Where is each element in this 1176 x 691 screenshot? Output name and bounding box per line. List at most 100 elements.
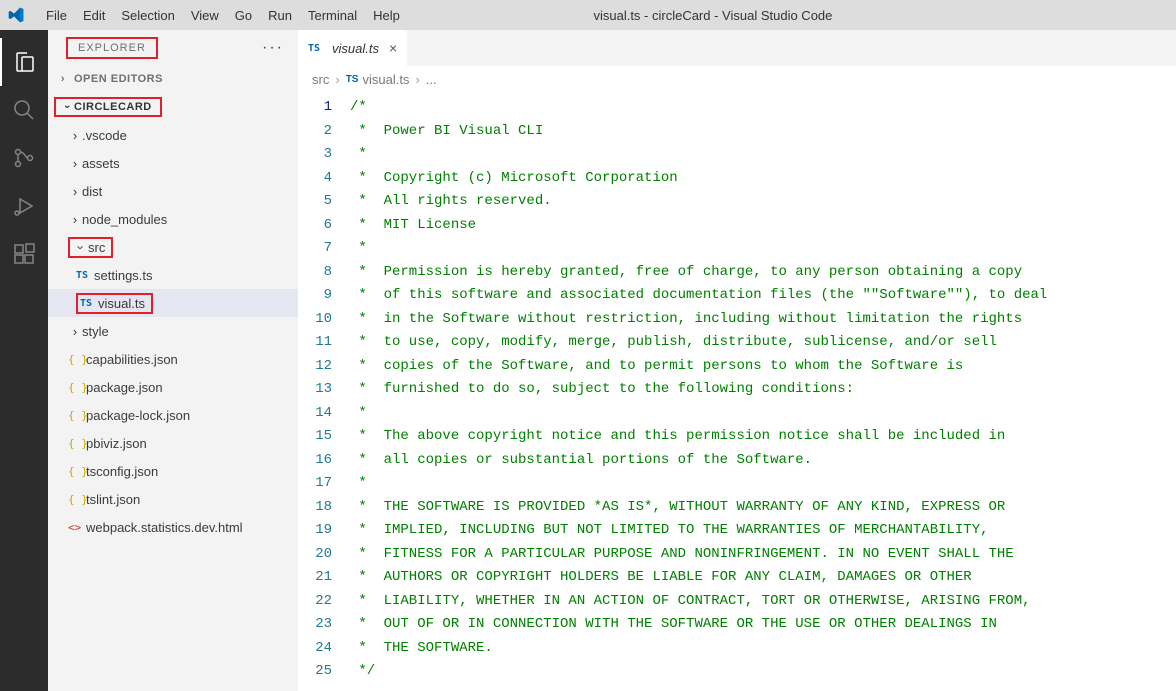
menu-run[interactable]: Run bbox=[260, 0, 300, 30]
section-open-editors[interactable]: › OPEN EDITORS bbox=[48, 65, 298, 93]
line-number: 4 bbox=[298, 167, 332, 191]
menu-edit[interactable]: Edit bbox=[75, 0, 113, 30]
section-project[interactable]: › CIRCLECARD bbox=[48, 93, 298, 121]
line-number: 13 bbox=[298, 378, 332, 402]
file-icon: { } bbox=[68, 465, 86, 478]
code-line[interactable]: * bbox=[350, 237, 1176, 261]
code-line[interactable]: * IMPLIED, INCLUDING BUT NOT LIMITED TO … bbox=[350, 519, 1176, 543]
breadcrumb-seg[interactable]: src bbox=[312, 72, 329, 87]
code-line[interactable]: * bbox=[350, 402, 1176, 426]
tree-file[interactable]: { }package-lock.json bbox=[48, 401, 298, 429]
tab-visual-ts[interactable]: TS visual.ts × bbox=[298, 30, 408, 66]
activity-extensions-icon[interactable] bbox=[0, 230, 48, 278]
code-line[interactable]: * AUTHORS OR COPYRIGHT HOLDERS BE LIABLE… bbox=[350, 566, 1176, 590]
typescript-icon: TS bbox=[76, 270, 94, 281]
code-line[interactable]: /* bbox=[350, 96, 1176, 120]
code-line[interactable]: * Permission is hereby granted, free of … bbox=[350, 261, 1176, 285]
code-line[interactable]: * THE SOFTWARE. bbox=[350, 637, 1176, 661]
line-number: 21 bbox=[298, 566, 332, 590]
menu-help[interactable]: Help bbox=[365, 0, 408, 30]
code-line[interactable]: * bbox=[350, 143, 1176, 167]
tree-folder[interactable]: ›node_modules bbox=[48, 205, 298, 233]
editor-group: TS visual.ts × src › TS visual.ts › ... … bbox=[298, 30, 1176, 691]
code-line[interactable]: * copies of the Software, and to permit … bbox=[350, 355, 1176, 379]
line-number: 23 bbox=[298, 613, 332, 637]
chevron-right-icon: › bbox=[68, 184, 82, 199]
chevron-down-icon: › bbox=[74, 240, 89, 254]
chevron-right-icon: › bbox=[68, 128, 82, 143]
code-line[interactable]: * LIABILITY, WHETHER IN AN ACTION OF CON… bbox=[350, 590, 1176, 614]
code-line[interactable]: * to use, copy, modify, merge, publish, … bbox=[350, 331, 1176, 355]
tree-folder[interactable]: ›dist bbox=[48, 177, 298, 205]
tree-folder[interactable]: ›style bbox=[48, 317, 298, 345]
code-line[interactable]: * furnished to do so, subject to the fol… bbox=[350, 378, 1176, 402]
typescript-icon: TS bbox=[346, 74, 359, 85]
chevron-right-icon: › bbox=[68, 212, 82, 227]
line-number: 7 bbox=[298, 237, 332, 261]
tree-file[interactable]: <>webpack.statistics.dev.html bbox=[48, 513, 298, 541]
menu-file[interactable]: File bbox=[38, 0, 75, 30]
file-icon: { } bbox=[68, 381, 86, 394]
code-line[interactable]: * FITNESS FOR A PARTICULAR PURPOSE AND N… bbox=[350, 543, 1176, 567]
code-line[interactable]: * All rights reserved. bbox=[350, 190, 1176, 214]
tree-folder[interactable]: ›assets bbox=[48, 149, 298, 177]
menu-view[interactable]: View bbox=[183, 0, 227, 30]
line-number: 19 bbox=[298, 519, 332, 543]
activity-explorer-icon[interactable] bbox=[0, 38, 48, 86]
chevron-right-icon: › bbox=[68, 324, 82, 339]
line-number: 5 bbox=[298, 190, 332, 214]
file-label: pbiviz.json bbox=[86, 436, 147, 451]
code-line[interactable]: * Copyright (c) Microsoft Corporation bbox=[350, 167, 1176, 191]
code-line[interactable]: * The above copyright notice and this pe… bbox=[350, 425, 1176, 449]
close-icon[interactable]: × bbox=[389, 40, 397, 56]
tree-file[interactable]: TSvisual.ts bbox=[48, 289, 298, 317]
menu-terminal[interactable]: Terminal bbox=[300, 0, 365, 30]
window-title: visual.ts - circleCard - Visual Studio C… bbox=[408, 8, 1168, 23]
file-icon: { } bbox=[68, 493, 86, 506]
code-line[interactable]: */ bbox=[350, 660, 1176, 684]
code-line[interactable]: * OUT OF OR IN CONNECTION WITH THE SOFTW… bbox=[350, 613, 1176, 637]
tree-file[interactable]: { }tsconfig.json bbox=[48, 457, 298, 485]
chevron-right-icon: › bbox=[335, 72, 339, 87]
line-number: 9 bbox=[298, 284, 332, 308]
activity-scm-icon[interactable] bbox=[0, 134, 48, 182]
menu-bar: FileEditSelectionViewGoRunTerminalHelp v… bbox=[0, 0, 1176, 30]
sidebar-more-icon[interactable]: ··· bbox=[262, 39, 284, 57]
tree-folder-src[interactable]: › src bbox=[48, 233, 298, 261]
tree-file[interactable]: { }tslint.json bbox=[48, 485, 298, 513]
folder-label: style bbox=[82, 324, 109, 339]
breadcrumb-seg[interactable]: visual.ts bbox=[362, 72, 409, 87]
editor-tabs: TS visual.ts × bbox=[298, 30, 1176, 66]
file-label: tslint.json bbox=[86, 492, 140, 507]
line-number: 16 bbox=[298, 449, 332, 473]
chevron-right-icon: › bbox=[68, 156, 82, 171]
chevron-right-icon: › bbox=[415, 72, 419, 87]
menu-go[interactable]: Go bbox=[227, 0, 260, 30]
code-line[interactable]: * of this software and associated docume… bbox=[350, 284, 1176, 308]
code-line[interactable]: * bbox=[350, 472, 1176, 496]
tree-file[interactable]: TSsettings.ts bbox=[48, 261, 298, 289]
line-number: 1 bbox=[298, 96, 332, 120]
tree-file[interactable]: { }capabilities.json bbox=[48, 345, 298, 373]
tree-file[interactable]: { }package.json bbox=[48, 373, 298, 401]
code-line[interactable]: * THE SOFTWARE IS PROVIDED *AS IS*, WITH… bbox=[350, 496, 1176, 520]
typescript-icon: TS bbox=[308, 43, 326, 54]
line-number: 17 bbox=[298, 472, 332, 496]
code-line[interactable]: * in the Software without restriction, i… bbox=[350, 308, 1176, 332]
code-line[interactable]: * Power BI Visual CLI bbox=[350, 120, 1176, 144]
activity-search-icon[interactable] bbox=[0, 86, 48, 134]
line-number: 11 bbox=[298, 331, 332, 355]
code-content[interactable]: /* * Power BI Visual CLI * * Copyright (… bbox=[350, 92, 1176, 691]
menu-selection[interactable]: Selection bbox=[113, 0, 182, 30]
code-line[interactable]: * MIT License bbox=[350, 214, 1176, 238]
breadcrumb-seg[interactable]: ... bbox=[426, 72, 437, 87]
activity-debug-icon[interactable] bbox=[0, 182, 48, 230]
code-editor[interactable]: 1234567891011121314151617181920212223242… bbox=[298, 92, 1176, 691]
breadcrumbs[interactable]: src › TS visual.ts › ... bbox=[298, 66, 1176, 92]
code-line[interactable]: * all copies or substantial portions of … bbox=[350, 449, 1176, 473]
tree-folder[interactable]: ›.vscode bbox=[48, 121, 298, 149]
activity-bar bbox=[0, 30, 48, 691]
tree-file[interactable]: { }pbiviz.json bbox=[48, 429, 298, 457]
line-number: 18 bbox=[298, 496, 332, 520]
folder-label: assets bbox=[82, 156, 120, 171]
